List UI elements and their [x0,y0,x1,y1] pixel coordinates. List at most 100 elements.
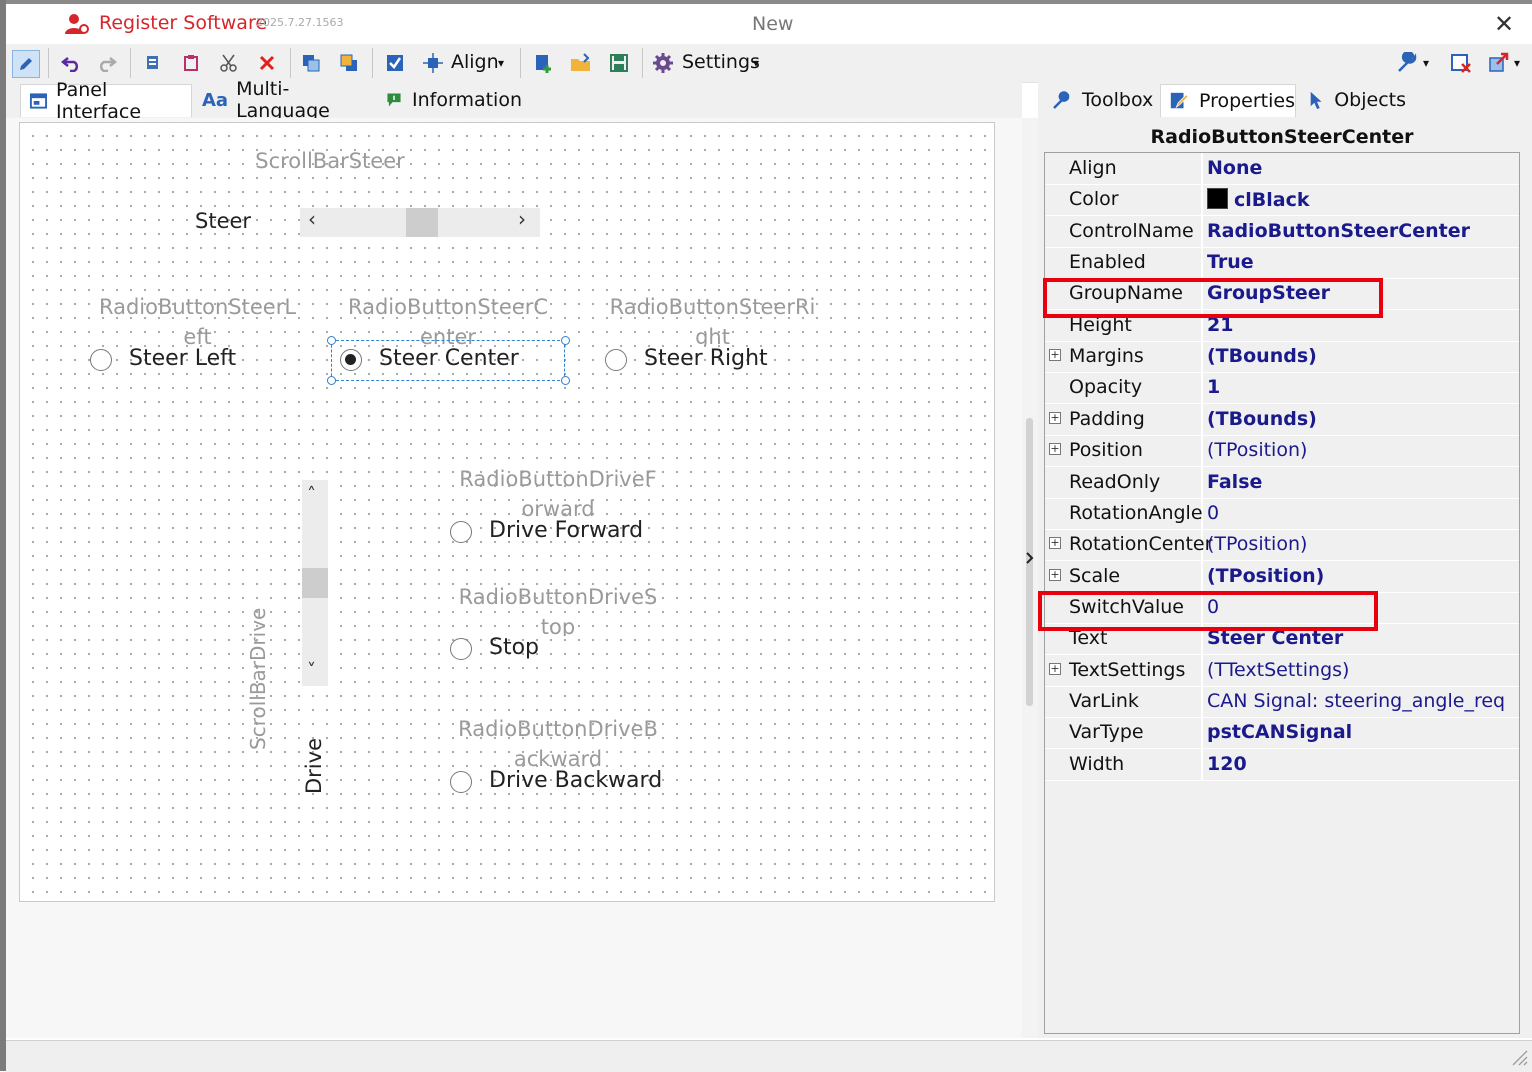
radio-drive-forward[interactable] [450,521,472,543]
property-row[interactable]: RotationAngle 0 [1045,498,1519,530]
property-row[interactable]: VarLink CAN Signal: steering_angle_req [1045,686,1519,718]
expand-icon[interactable]: + [1049,411,1061,424]
tab-multi-language[interactable]: Aa Multi-Language [196,78,374,122]
select-all-button[interactable] [382,50,408,76]
control-name-label: RadioButtonDriveF orward [459,467,657,518]
property-name: Color [1069,188,1119,211]
property-value[interactable]: True [1207,251,1254,273]
property-value[interactable]: (TTextSettings) [1207,659,1349,681]
property-row[interactable]: ReadOnly False [1045,467,1519,499]
save-button[interactable] [606,50,632,76]
resize-handle[interactable] [561,336,570,345]
chevron-right-icon[interactable] [1025,550,1035,566]
control-name-label: RadioButtonSteerL eft [98,295,297,346]
redo-button[interactable] [94,50,120,76]
chevron-down-icon[interactable]: ▾ [1514,56,1520,70]
close-button[interactable]: ✕ [1494,10,1514,38]
chevron-down-icon[interactable]: ▾ [1423,56,1429,70]
property-value[interactable]: False [1207,471,1262,493]
resize-handle[interactable] [327,376,336,385]
radio-drive-stop[interactable] [450,638,472,660]
undo-button[interactable] [58,50,84,76]
scrollbar-drive-thumb[interactable] [302,568,328,598]
property-value[interactable]: (TBounds) [1207,408,1317,430]
property-value[interactable]: RadioButtonSteerCenter [1207,220,1470,242]
send-to-back-button[interactable] [336,50,362,76]
delete-button[interactable] [254,50,280,76]
copy-button[interactable] [140,50,166,76]
property-value[interactable]: clBlack [1207,188,1310,211]
tools-dropdown-button[interactable] [1394,50,1420,76]
settings-menu-label[interactable]: Settings [682,51,760,73]
property-row[interactable]: + RotationCenter (TPosition) [1045,529,1519,562]
property-row[interactable]: + Padding (TBounds) [1045,404,1519,436]
edit-mode-button[interactable] [12,50,40,78]
new-panel-button[interactable] [530,50,556,76]
property-row[interactable]: + TextSettings (TTextSettings) [1045,655,1519,687]
open-folder-button[interactable] [568,50,594,76]
property-value[interactable]: 1 [1207,376,1220,398]
property-value[interactable]: (TPosition) [1207,533,1307,555]
property-row[interactable]: + Margins (TBounds) [1045,341,1519,374]
tab-information[interactable]: Information [380,84,522,116]
property-value[interactable]: 120 [1207,753,1247,775]
chevron-down-icon[interactable]: ▾ [753,56,759,70]
tab-label: Toolbox [1082,89,1154,111]
property-value[interactable]: (TPosition) [1207,439,1307,461]
scrollbar-steer-thumb[interactable] [406,208,438,237]
radio-steer-right[interactable] [605,349,627,371]
paste-button[interactable] [178,50,204,76]
radio-label[interactable]: Steer Left [129,346,236,371]
tab-toolbox[interactable]: Toolbox [1044,84,1156,116]
close-panel-button[interactable] [1448,50,1474,76]
expand-icon[interactable]: + [1049,349,1061,362]
radio-label[interactable]: Drive Backward [489,768,662,793]
checkbox-icon [387,55,403,71]
property-row[interactable]: Opacity 1 [1045,372,1519,405]
settings-button-icon-wrap[interactable] [650,50,676,76]
property-row[interactable]: Color clBlack [1045,184,1519,217]
property-value[interactable]: CAN Signal: steering_angle_req [1207,690,1505,712]
chevron-up-icon[interactable]: ˄ [307,484,316,505]
cut-button[interactable] [216,50,242,76]
panel-icon [29,93,48,109]
tab-objects[interactable]: Objects [1300,84,1406,116]
expand-icon[interactable]: + [1049,662,1061,675]
property-row[interactable]: Align None [1045,153,1519,185]
chevron-down-icon[interactable]: ▾ [498,56,504,70]
expand-icon[interactable]: + [1049,443,1061,456]
bring-to-front-button[interactable] [298,50,324,76]
tab-properties[interactable]: Properties [1160,84,1296,117]
resize-handle[interactable] [561,376,570,385]
radio-label[interactable]: Stop [489,635,539,660]
chevron-down-icon[interactable]: ˅ [307,660,316,681]
property-value[interactable]: pstCANSignal [1207,721,1352,743]
property-row[interactable]: + Scale (TPosition) [1045,561,1519,593]
tab-label: Multi-Language [236,78,330,122]
property-value[interactable]: (TPosition) [1207,565,1324,587]
chevron-right-icon[interactable]: › [518,207,526,231]
radio-label[interactable]: Steer Right [644,346,768,371]
property-value[interactable]: None [1207,157,1262,179]
radio-label[interactable]: Steer Center [379,346,519,371]
property-row[interactable]: Enabled True [1045,247,1519,280]
property-row[interactable]: Width 120 [1045,749,1519,781]
align-menu-label[interactable]: Align [451,51,499,73]
tab-panel-interface[interactable]: Panel Interface [20,79,192,123]
radio-steer-left[interactable] [90,349,112,371]
property-row[interactable]: ControlName RadioButtonSteerCenter [1045,216,1519,248]
expand-icon[interactable]: + [1049,568,1061,581]
radio-steer-center[interactable] [340,349,362,371]
resize-grip-icon[interactable] [1510,1048,1528,1066]
property-value[interactable]: 0 [1207,502,1219,524]
property-row[interactable]: VarType pstCANSignal [1045,717,1519,750]
expand-icon[interactable]: + [1049,537,1061,550]
radio-drive-backward[interactable] [450,771,472,793]
property-value[interactable]: (TBounds) [1207,345,1317,367]
chevron-left-icon[interactable]: ‹ [308,207,316,231]
resize-handle[interactable] [327,336,336,345]
radio-label[interactable]: Drive Forward [489,518,643,543]
align-button-icon-wrap[interactable] [420,50,446,76]
export-dropdown-button[interactable] [1486,50,1512,76]
property-row[interactable]: + Position (TPosition) [1045,435,1519,468]
